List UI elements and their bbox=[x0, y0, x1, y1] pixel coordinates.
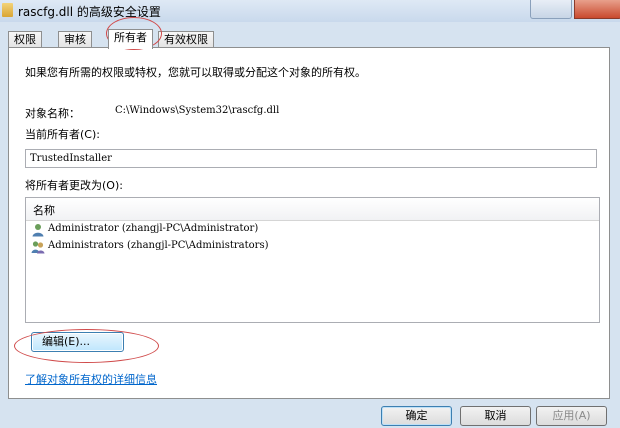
change-owner-label: 将所有者更改为(O): bbox=[25, 179, 123, 192]
folder-icon bbox=[2, 3, 13, 17]
title-bar: rascfg.dll 的高级安全设置 bbox=[0, 0, 620, 22]
list-item-label: Administrators (zhangjl-PC\Administrator… bbox=[48, 240, 269, 251]
tab-owner[interactable]: 所有者 bbox=[108, 29, 153, 49]
tab-permissions[interactable]: 权限 bbox=[8, 31, 42, 48]
user-icon bbox=[32, 224, 44, 237]
name-column-header: 名称 bbox=[33, 204, 55, 217]
tab-auditing[interactable]: 审核 bbox=[58, 31, 92, 48]
tab-effective-permissions[interactable]: 有效权限 bbox=[158, 31, 214, 48]
apply-button[interactable]: 应用(A) bbox=[536, 406, 607, 426]
close-button[interactable] bbox=[574, 0, 620, 19]
cancel-button[interactable]: 取消 bbox=[460, 406, 531, 426]
ok-button[interactable]: 确定 bbox=[381, 406, 452, 426]
list-header[interactable]: 名称 bbox=[26, 198, 599, 221]
learn-more-link[interactable]: 了解对象所有权的详细信息 bbox=[25, 371, 157, 387]
owner-panel: 如果您有所需的权限或特权，您就可以取得或分配这个对象的所有权。 对象名称： C:… bbox=[8, 47, 610, 399]
object-name-value: C:\Windows\System32\rascfg.dll bbox=[115, 105, 280, 116]
minimize-button[interactable] bbox=[530, 0, 572, 19]
current-owner-label: 当前所有者(C): bbox=[25, 128, 100, 141]
object-name-label: 对象名称： bbox=[25, 107, 80, 120]
list-item-label: Administrator (zhangjl-PC\Administrator) bbox=[48, 223, 259, 234]
owner-list[interactable]: 名称 Administrator (zhangjl-PC\Administrat… bbox=[25, 197, 600, 323]
list-item-administrator[interactable]: Administrator (zhangjl-PC\Administrator) bbox=[28, 222, 588, 238]
current-owner-field: TrustedInstaller bbox=[25, 149, 597, 168]
intro-text: 如果您有所需的权限或特权，您就可以取得或分配这个对象的所有权。 bbox=[25, 66, 366, 79]
list-item-administrators[interactable]: Administrators (zhangjl-PC\Administrator… bbox=[28, 239, 588, 255]
edit-button[interactable]: 编辑(E)... bbox=[31, 332, 124, 352]
window-title: rascfg.dll 的高级安全设置 bbox=[18, 5, 161, 19]
group-icon bbox=[31, 241, 45, 254]
